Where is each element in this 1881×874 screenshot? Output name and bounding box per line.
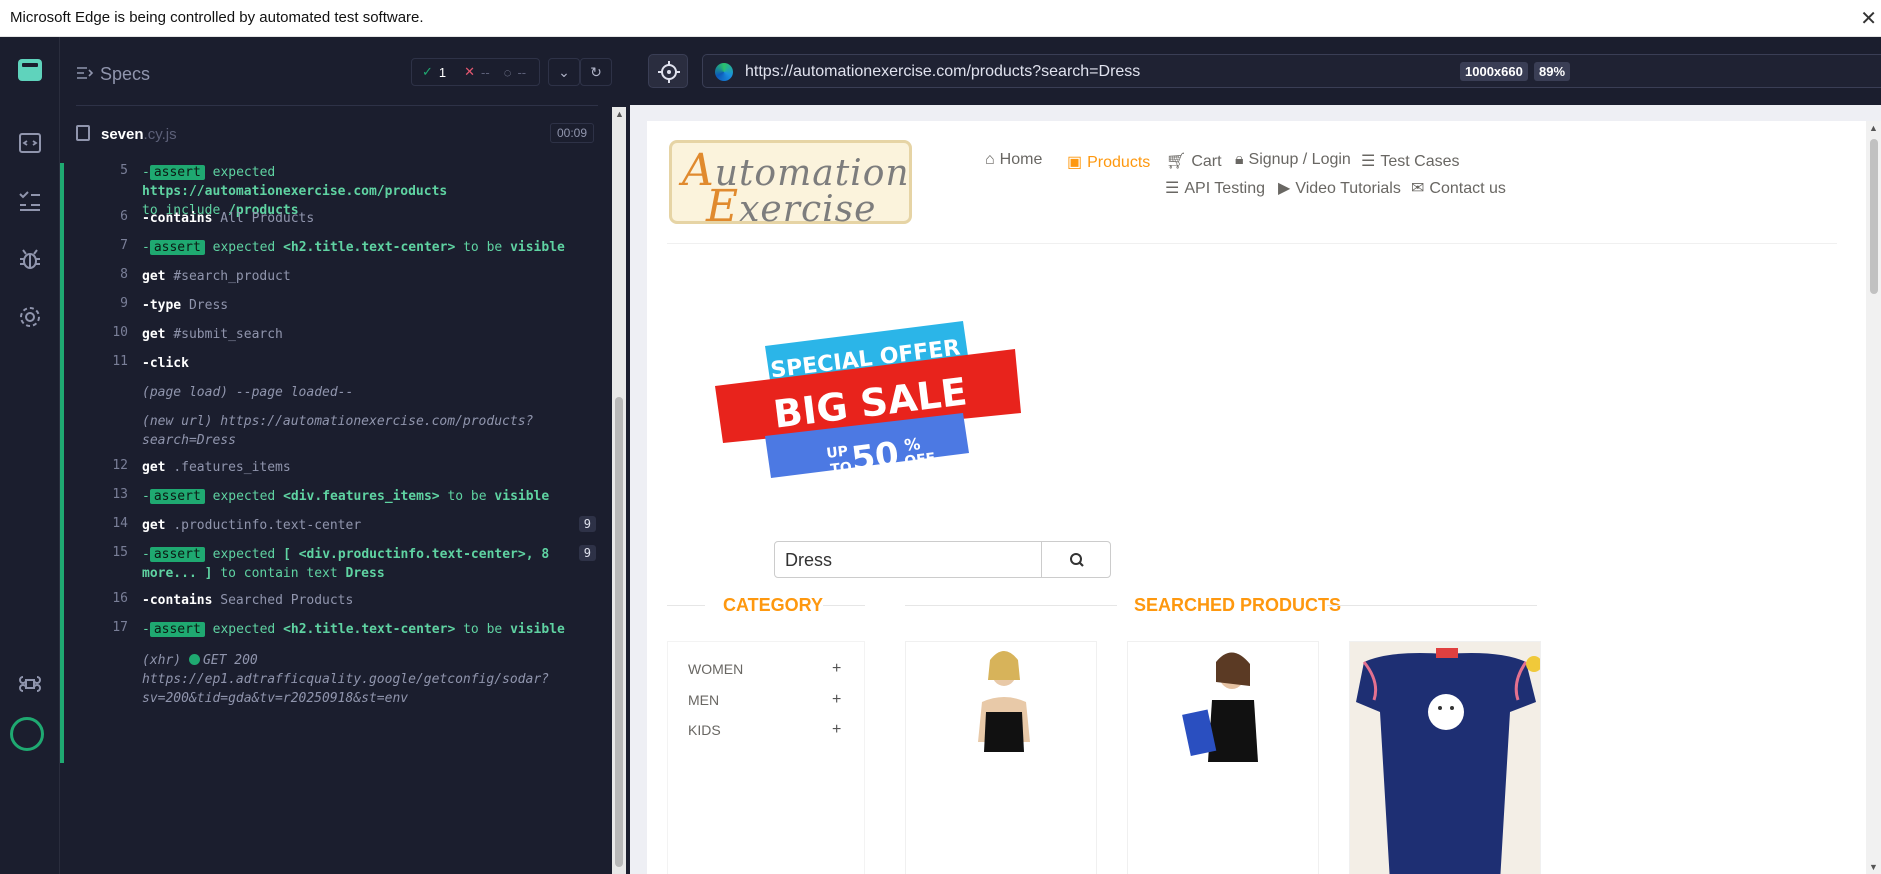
scroll-up-icon[interactable]: ▲ (615, 109, 624, 119)
youtube-icon: ▶ (1278, 180, 1291, 197)
list-icon: ☰ (1165, 180, 1180, 197)
product-card[interactable] (1349, 641, 1541, 874)
cart-icon: 🛒︎ (1166, 153, 1187, 170)
selector-icon (658, 61, 680, 83)
search-icon (1070, 553, 1084, 567)
category-men[interactable]: MEN (688, 692, 719, 708)
xhr-status-dot-icon (188, 654, 200, 665)
collapse-specs-icon[interactable] (76, 65, 94, 81)
search-input[interactable]: Dress (774, 541, 1042, 578)
nav-cart[interactable]: 🛒︎ Cart (1166, 151, 1222, 171)
logo-line2: Exercise (706, 181, 877, 232)
settings-gear-icon[interactable] (16, 303, 44, 331)
spec-duration: 00:09 (549, 123, 594, 143)
product-card[interactable] (1127, 641, 1319, 874)
submit-search-button[interactable] (1041, 541, 1111, 578)
selector-playground-button[interactable] (648, 54, 688, 88)
products-icon: ▣ (1067, 154, 1083, 171)
website-viewport: Automation Exercise ⌂ Home ▣ Products 🛒︎ Ca… (647, 121, 1881, 874)
command-reporter: Specs ✓ 1 ✕ -- ◌ -- ⌄ ↻ seven.cy.js 00:0… (60, 37, 630, 874)
nav-contact-us[interactable]: ✉ Contact us (1411, 178, 1506, 198)
passed-check-icon: ✓ (422, 64, 433, 79)
spec-name: seven.cy.js (101, 126, 177, 143)
cypress-logo-icon[interactable] (18, 59, 42, 81)
reporter-header: Specs ✓ 1 ✕ -- ◌ -- ⌄ ↻ (60, 37, 630, 107)
scroll-down-icon[interactable]: ▼ (1869, 862, 1878, 872)
product-image (906, 642, 1096, 874)
expand-plus-icon[interactable]: + (832, 691, 841, 709)
app-under-test-panel: https://automationexercise.com/products?… (630, 37, 1881, 874)
expand-plus-icon[interactable]: + (832, 660, 841, 678)
failed-x-icon: ✕ (464, 64, 476, 79)
aut-url-bar[interactable]: https://automationexercise.com/products?… (702, 54, 1881, 88)
nav-products[interactable]: ▣ Products (1067, 152, 1150, 172)
site-scrollbar[interactable]: ▲ ▼ (1866, 121, 1881, 874)
list-icon: ☰ (1361, 153, 1376, 170)
banner-message: Microsoft Edge is being controlled by au… (10, 9, 424, 26)
debug-bug-icon[interactable] (16, 245, 44, 273)
sale-to-text: TO (830, 459, 853, 478)
aut-header: https://automationexercise.com/products?… (630, 37, 1881, 105)
command-log: 5 - assert expected https://automationexe… (60, 163, 600, 763)
site-scroll-thumb[interactable] (1870, 139, 1878, 294)
failed-count: -- (481, 64, 490, 80)
nav-test-cases[interactable]: ☰ Test Cases (1361, 151, 1459, 171)
search-form: Dress (774, 541, 1111, 578)
category-kids[interactable]: KIDS (688, 722, 721, 738)
rerun-refresh-icon[interactable]: ↻ (580, 58, 612, 86)
user-avatar[interactable] (10, 717, 44, 751)
site-logo[interactable]: Automation Exercise (669, 140, 912, 232)
expand-plus-icon[interactable]: + (832, 721, 841, 739)
divider (76, 105, 598, 106)
searched-line-left (905, 605, 1117, 606)
viewport-size: 1000x660 (1460, 62, 1528, 81)
nav-video-tutorials[interactable]: ▶ Video Tutorials (1278, 178, 1401, 198)
passed-count: 1 (438, 64, 447, 80)
banner-close-icon[interactable]: ✕ (1860, 6, 1877, 31)
category-women[interactable]: WOMEN (688, 661, 743, 677)
nav-home[interactable]: ⌂ Home (985, 151, 1042, 169)
options-chevron-down-icon[interactable]: ⌄ (548, 58, 580, 86)
sale-banner-image: SPECIAL OFFER BIG SALE UP TO 50 % OFF (715, 321, 1021, 480)
category-line-right (823, 605, 865, 606)
nav-api-testing[interactable]: ☰ API Testing (1165, 178, 1265, 198)
category-title: CATEGORY (723, 595, 824, 615)
specs-label[interactable]: Specs (100, 64, 150, 85)
spec-file-row: seven.cy.js 00:09 (76, 119, 598, 149)
envelope-icon: ✉ (1411, 180, 1425, 197)
searched-line-right (1327, 605, 1537, 606)
product-image (1350, 642, 1540, 874)
category-line-left (667, 605, 705, 606)
test-stats: ✓ 1 ✕ -- ◌ -- (411, 58, 540, 86)
category-panel: WOMEN + MEN + KIDS + (667, 641, 865, 874)
runs-nav-icon[interactable] (16, 187, 44, 215)
sale-off-text: OFF (904, 450, 937, 470)
nav-signup-login[interactable]: 🔒︎ Signup / Login (1235, 151, 1351, 169)
specs-nav-icon[interactable] (16, 129, 44, 157)
product-image (1128, 642, 1318, 874)
sale-percent-number: 50 (849, 434, 901, 479)
home-icon: ⌂ (985, 151, 995, 168)
side-rail (0, 37, 60, 874)
scroll-up-icon[interactable]: ▲ (1869, 123, 1878, 133)
zoom-level: 89% (1534, 62, 1571, 81)
product-card[interactable] (905, 641, 1097, 874)
pending-count: -- (517, 64, 527, 80)
lock-icon: 🔒︎ (1235, 151, 1244, 168)
element-count-badge: 9 (578, 516, 596, 532)
aut-url[interactable]: https://automationexercise.com/products?… (745, 63, 1140, 81)
reporter-scrollbar[interactable]: ▲ (612, 107, 626, 874)
edge-icon (715, 63, 733, 81)
automation-banner: Microsoft Edge is being controlled by au… (0, 0, 1881, 37)
pending-circle-icon: ◌ (503, 64, 512, 80)
searched-products-title: SEARCHED PRODUCTS (1134, 595, 1342, 615)
element-count-badge: 9 (578, 545, 596, 561)
header-divider (667, 243, 1837, 244)
file-icon (76, 125, 90, 141)
keyboard-shortcuts-icon[interactable] (16, 670, 44, 698)
reporter-scroll-thumb[interactable] (615, 397, 623, 867)
